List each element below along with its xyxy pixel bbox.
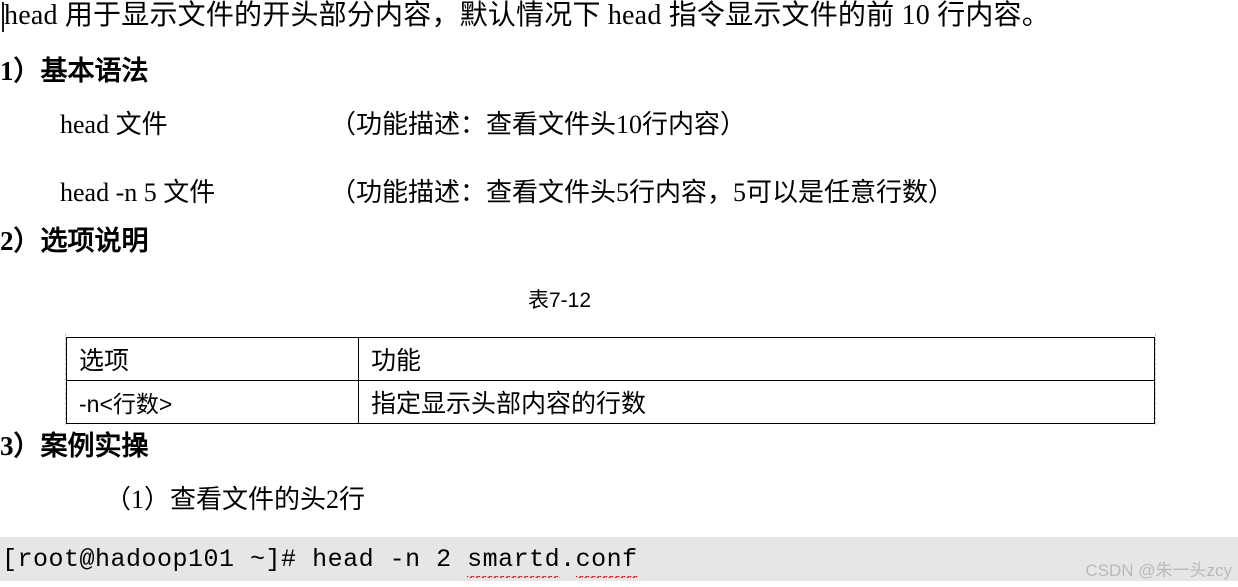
terminal-command-line: [root@hadoop101 ~]# head -n 2 smartd.con… [2,545,638,578]
syntax-description-1: （功能描述：查看文件头10行内容） [330,110,747,139]
options-table: 选项 功能 -n<行数> 指定显示头部内容的行数 [66,337,1155,424]
table-row: -n<行数> 指定显示头部内容的行数 [66,380,1155,424]
document-page: head 用于显示文件的开头部分内容，默认情况下 head 指令显示文件的前 1… [0,0,1238,587]
terminal-arg-conf: conf [575,545,638,578]
table-cell-option-n: -n<行数> [66,380,359,424]
terminal-arg-smartd: smartd [467,545,561,578]
syntax-command-1: head 文件 [60,110,168,139]
section-heading-option-description: 2）选项说明 [0,226,149,256]
page-margin-guide-left [65,333,66,425]
terminal-band: [root@hadoop101 ~]# head -n 2 smartd.con… [0,537,1238,581]
page-margin-guide-right [1155,333,1156,425]
intro-paragraph: head 用于显示文件的开头部分内容，默认情况下 head 指令显示文件的前 1… [4,0,1050,31]
syntax-command-2: head -n 5 文件 [60,178,216,207]
table-caption: 表7-12 [528,289,592,312]
table-header-row: 选项 功能 [66,337,1155,381]
terminal-command: head -n 2 [312,545,468,574]
section-heading-case-practice: 3）案例实操 [0,431,149,461]
table-header-option: 选项 [66,337,359,381]
terminal-arg-separator: . [560,545,576,574]
section-heading-basic-syntax: 1）基本语法 [0,56,149,86]
terminal-prompt: [root@hadoop101 ~]# [2,545,313,574]
table-header-function: 功能 [358,337,1155,381]
syntax-description-2: （功能描述：查看文件头5行内容，5可以是任意行数） [330,178,955,207]
example-label: （1）查看文件的头2行 [105,485,366,514]
csdn-watermark: CSDN @朱一头zcy [1085,561,1232,580]
table-cell-function-n: 指定显示头部内容的行数 [358,380,1155,424]
